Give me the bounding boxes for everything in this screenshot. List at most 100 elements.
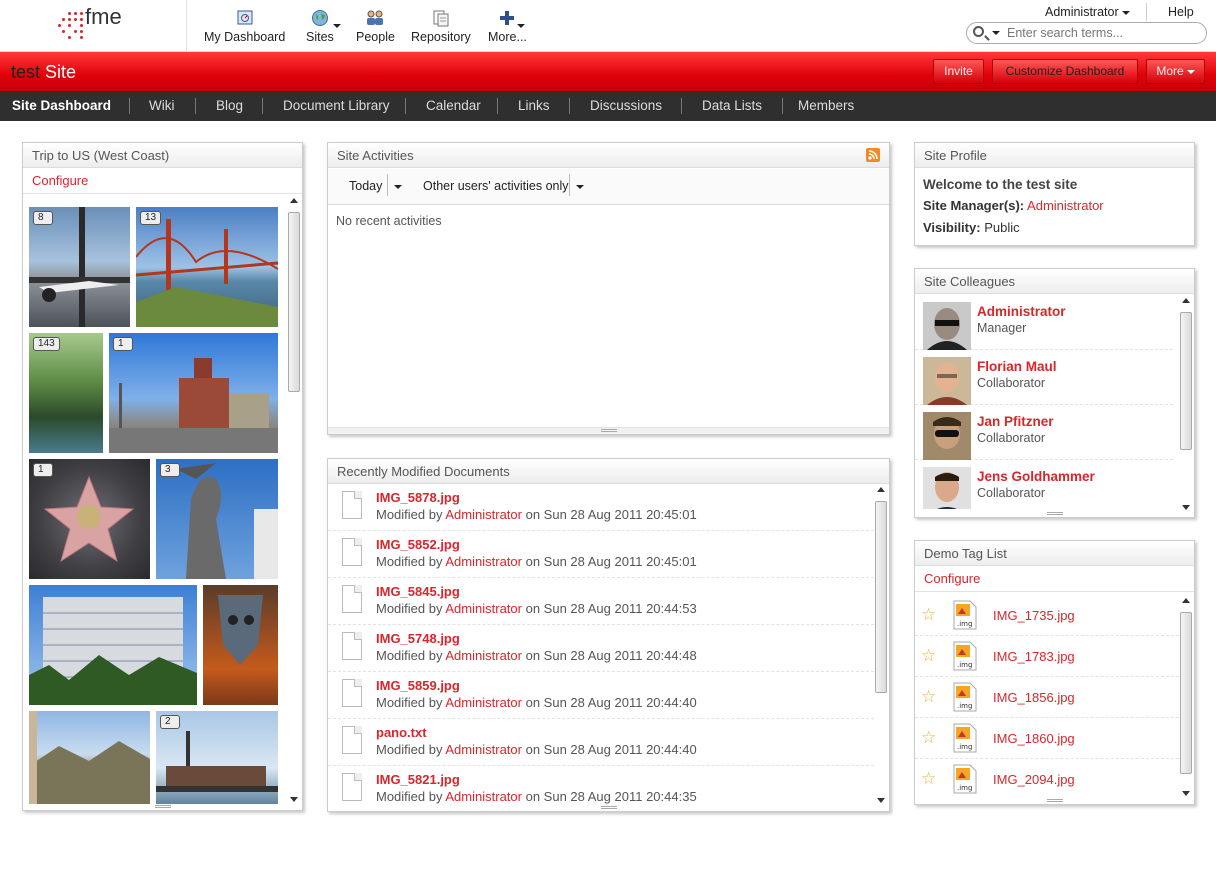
document-name[interactable]: pano.txt: [376, 725, 427, 740]
site-more-button[interactable]: More: [1146, 59, 1205, 84]
chevron-down-icon[interactable]: [992, 31, 1000, 35]
tag-item-name[interactable]: IMG_1856.jpg: [993, 690, 1075, 705]
document-name[interactable]: IMG_5845.jpg: [376, 584, 460, 599]
scrollbar-thumb[interactable]: [875, 501, 887, 693]
fme-logo[interactable]: fme: [58, 4, 133, 42]
photo-thumbnail[interactable]: 3: [156, 459, 278, 579]
configure-link[interactable]: Configure: [23, 168, 302, 194]
tag-item-name[interactable]: IMG_1783.jpg: [993, 649, 1075, 664]
scroll-down-icon[interactable]: [877, 798, 885, 803]
user-link[interactable]: Administrator: [445, 601, 522, 616]
star-icon[interactable]: ☆: [921, 770, 936, 787]
scrollbar-thumb[interactable]: [288, 212, 300, 392]
photo-thumbnail[interactable]: 1: [109, 333, 278, 453]
resize-handle[interactable]: [1046, 799, 1063, 802]
invite-button[interactable]: Invite: [933, 59, 984, 84]
star-icon[interactable]: ☆: [921, 647, 936, 664]
nav-my-dashboard[interactable]: My Dashboard: [204, 8, 285, 44]
search-input[interactable]: [1007, 25, 1197, 41]
scroll-up-icon[interactable]: [1182, 298, 1190, 303]
resize-handle[interactable]: [600, 429, 617, 432]
document-row[interactable]: IMG_5878.jpg Modified by Administrator o…: [328, 484, 874, 531]
tag-item-name[interactable]: IMG_2094.jpg: [993, 772, 1075, 787]
scroll-up-icon[interactable]: [290, 198, 298, 203]
chevron-down-icon[interactable]: [333, 24, 341, 28]
help-link[interactable]: Help: [1168, 5, 1194, 19]
photo-thumbnail[interactable]: 13: [136, 207, 278, 327]
tab-calendar[interactable]: Calendar: [426, 98, 481, 113]
scroll-up-icon[interactable]: [877, 487, 885, 492]
chevron-down-icon[interactable]: [576, 185, 584, 189]
photo-thumbnail[interactable]: 1: [29, 459, 150, 579]
nav-repository[interactable]: Repository: [411, 8, 471, 44]
document-name[interactable]: IMG_5878.jpg: [376, 490, 460, 505]
tab-data-lists[interactable]: Data Lists: [702, 98, 762, 113]
user-menu[interactable]: Administrator: [1045, 5, 1130, 19]
chevron-down-icon[interactable]: [517, 24, 525, 28]
star-icon[interactable]: ☆: [921, 729, 936, 746]
photo-thumbnail[interactable]: [29, 585, 197, 705]
resize-handle[interactable]: [1046, 512, 1063, 515]
colleague-name[interactable]: Florian Maul: [977, 359, 1057, 374]
user-link[interactable]: Administrator: [445, 507, 522, 522]
scroll-down-icon[interactable]: [1182, 505, 1190, 510]
customize-dashboard-button[interactable]: Customize Dashboard: [992, 59, 1138, 84]
scrollbar-thumb[interactable]: [1180, 312, 1192, 450]
colleague-name[interactable]: Jan Pfitzner: [977, 414, 1054, 429]
photo-thumbnail[interactable]: [203, 585, 278, 705]
colleague-name[interactable]: Jens Goldhammer: [977, 469, 1095, 484]
document-row[interactable]: IMG_5845.jpg Modified by Administrator o…: [328, 578, 874, 625]
search-icon[interactable]: [973, 26, 984, 37]
tab-site-dashboard[interactable]: Site Dashboard: [12, 98, 111, 113]
tab-links[interactable]: Links: [518, 98, 550, 113]
manager-link[interactable]: Administrator: [1027, 198, 1104, 213]
avatar[interactable]: [923, 357, 971, 405]
document-row[interactable]: pano.txt Modified by Administrator on Su…: [328, 719, 874, 766]
time-range-dropdown[interactable]: Today: [349, 179, 382, 193]
photo-thumbnail[interactable]: [29, 711, 150, 804]
document-name[interactable]: IMG_5748.jpg: [376, 631, 460, 646]
document-row[interactable]: IMG_5859.jpg Modified by Administrator o…: [328, 672, 874, 719]
user-link[interactable]: Administrator: [445, 742, 522, 757]
tag-item-name[interactable]: IMG_1860.jpg: [993, 731, 1075, 746]
chevron-down-icon[interactable]: [394, 185, 402, 189]
nav-people[interactable]: People: [356, 8, 395, 44]
tab-blog[interactable]: Blog: [216, 98, 243, 113]
document-row[interactable]: IMG_5821.jpg Modified by Administrator o…: [328, 766, 874, 804]
photo-thumbnail[interactable]: 2: [156, 711, 278, 804]
user-link[interactable]: Administrator: [445, 695, 522, 710]
configure-link[interactable]: Configure: [915, 566, 1194, 592]
tab-document-library[interactable]: Document Library: [283, 98, 390, 113]
tags-scrollbar[interactable]: [1180, 598, 1192, 796]
colleague-name[interactable]: Administrator: [977, 304, 1066, 319]
resize-handle[interactable]: [600, 806, 617, 809]
activity-filter-dropdown[interactable]: Other users' activities only: [423, 179, 569, 193]
tab-members[interactable]: Members: [798, 98, 854, 113]
document-row[interactable]: IMG_5852.jpg Modified by Administrator o…: [328, 531, 874, 578]
document-name[interactable]: IMG_5821.jpg: [376, 772, 460, 787]
photo-thumbnail[interactable]: 8: [29, 207, 130, 327]
tab-discussions[interactable]: Discussions: [590, 98, 662, 113]
document-name[interactable]: IMG_5859.jpg: [376, 678, 460, 693]
user-link[interactable]: Administrator: [445, 789, 522, 804]
nav-sites[interactable]: Sites: [306, 8, 334, 44]
tab-wiki[interactable]: Wiki: [149, 98, 175, 113]
gallery-scrollbar[interactable]: [288, 198, 300, 802]
avatar[interactable]: [923, 412, 971, 460]
avatar[interactable]: [923, 302, 971, 350]
document-row[interactable]: IMG_5748.jpg Modified by Administrator o…: [328, 625, 874, 672]
scroll-down-icon[interactable]: [1182, 791, 1190, 796]
documents-scrollbar[interactable]: [875, 487, 887, 803]
avatar[interactable]: [923, 467, 971, 509]
colleagues-scrollbar[interactable]: [1180, 298, 1192, 510]
document-name[interactable]: IMG_5852.jpg: [376, 537, 460, 552]
user-link[interactable]: Administrator: [445, 554, 522, 569]
tag-item-name[interactable]: IMG_1735.jpg: [993, 608, 1075, 623]
scroll-down-icon[interactable]: [290, 797, 298, 802]
rss-icon[interactable]: [866, 148, 880, 162]
scroll-up-icon[interactable]: [1182, 598, 1190, 603]
resize-handle[interactable]: [154, 805, 171, 808]
user-link[interactable]: Administrator: [445, 648, 522, 663]
scrollbar-thumb[interactable]: [1180, 612, 1192, 774]
star-icon[interactable]: ☆: [921, 688, 936, 705]
